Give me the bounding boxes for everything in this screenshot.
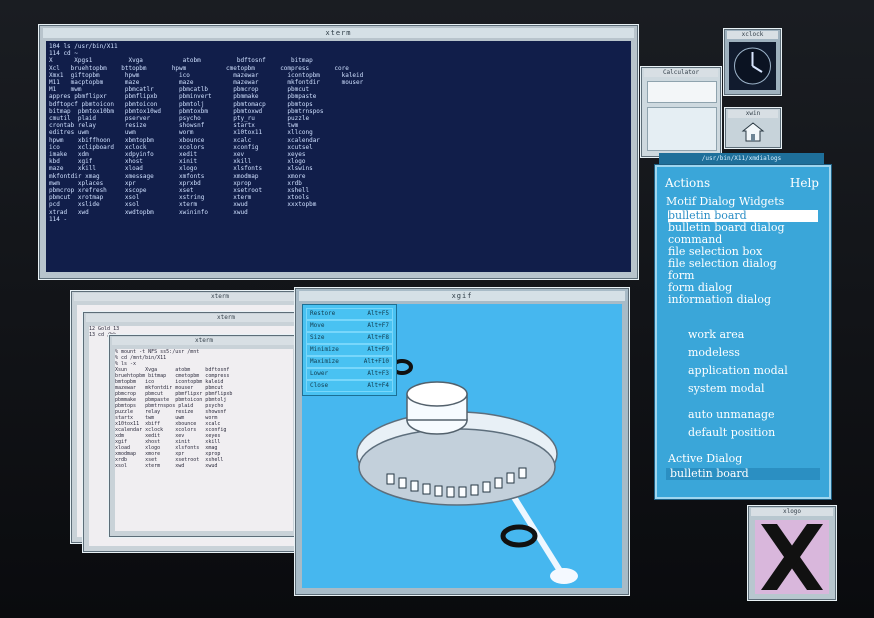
menu-help[interactable]: Help [790, 176, 819, 190]
menu-item-label: Close [310, 382, 329, 389]
menu-item-label: Minimize [310, 346, 339, 353]
section-heading: Motif Dialog Widgets [666, 195, 785, 208]
clock-face-icon [729, 42, 776, 90]
small-tool-title[interactable]: xwin [728, 110, 778, 118]
xlogo-window[interactable]: xlogo [747, 505, 837, 601]
active-dialog-label: Active Dialog [668, 452, 743, 465]
active-dialog-value[interactable]: bulletin board [666, 468, 820, 480]
menu-item-shortcut: Alt+F4 [367, 382, 389, 389]
calculator-panel [647, 107, 717, 151]
terminal-line: Xcl bruehtopbm bttopbm hpwm cmetopbm com… [49, 64, 349, 72]
motif-menubar: Actions Help [665, 174, 821, 194]
terminal-line: mkfontdir xmag xmessage xmfonts xmodmap … [49, 172, 306, 180]
menu-item-label: Move [310, 322, 325, 329]
terminal-line: bitmap pbmtox10bm pbmtox10wd pbmtoxbm pb… [49, 107, 324, 115]
xclock-window[interactable]: xclock [723, 28, 782, 96]
menu-item-label: Size [310, 334, 325, 341]
xclock-title[interactable]: xclock [727, 31, 778, 39]
terminal-line: M1 mwm pbmcatlr pbmcatlb pbmcrop pbmcut [49, 86, 310, 94]
xterm-main-window[interactable]: xterm 104 ls /usr/bin/X11 114 cd ~ X Xpgs1… [38, 24, 639, 280]
menu-item-label: Restore [310, 310, 336, 317]
dialog-flag-option[interactable]: auto unmanage [688, 409, 818, 421]
terminal-line: crontab relay resize showsnf startx twm [49, 122, 299, 130]
terminal-line: M11 macptopbm maze maze mazewar mkfontdi… [49, 79, 364, 87]
terminal-line: editres uwm uwm worm x10tox11 xllcong [49, 129, 313, 137]
terminal-line: 114 cd ~ [49, 50, 78, 58]
window-menu-item[interactable]: Restore Alt+F5 [306, 308, 393, 320]
terminal-line: hpwm xbiffhoon xbmtopbm xbounce xcalc xc… [49, 136, 320, 144]
window-menu[interactable]: Restore Alt+F5 Move Alt+F7 Size Alt+F8 Minimiz… [302, 304, 397, 396]
terminal-line: xtrad xwd xwdtopbm xwininfo xwud [49, 208, 248, 216]
menu-item-shortcut: Alt+F3 [367, 370, 389, 377]
xterm-front-window[interactable]: xterm % mount -t NFS ss5:/usr /mnt% cd /… [108, 334, 300, 538]
terminal-line: Xmx1 giftopbm hpwm ico mazewar icontopbm… [49, 71, 364, 79]
xlogo-title[interactable]: xlogo [751, 508, 833, 516]
xterm-main-content[interactable]: 104 ls /usr/bin/X11 114 cd ~ X Xpgs1 Xvga … [46, 41, 631, 272]
menu-item-shortcut: Alt+F5 [367, 310, 389, 317]
terminal-line: kbd xgif xhost xinit xkill xlogo [49, 158, 306, 166]
small-tool-window[interactable]: xwin [724, 107, 782, 149]
terminal-line: X Xpgs1 Xvga atobm bdftosnf bitmap [49, 57, 313, 65]
motif-window-title-bar[interactable]: /usr/bin/X11/xmdialogs [659, 153, 824, 165]
terminal-line: mwm xplaces xpr xprxbd xprop xrdb [49, 179, 302, 187]
menu-item-label: Maximize [310, 358, 339, 365]
terminal-line: maze xkill xload xlogo xlsfonts xlswins [49, 165, 313, 173]
motif-dialog-window[interactable]: Actions Help Motif Dialog Widgets bullet… [655, 165, 831, 499]
terminal-line: pbmcut xrotmap xsol xstring xterm xtools [49, 194, 310, 202]
calculator-window[interactable]: Calculator [640, 66, 722, 158]
dialog-list-item[interactable]: information dialog [668, 294, 818, 306]
calculator-display [647, 81, 717, 103]
window-menu-item[interactable]: Maximize Alt+F10 [306, 356, 393, 368]
terminal-line: ico xclipboard xclock xcolors xconfig xc… [49, 143, 313, 151]
xgif-title[interactable]: xgif [299, 291, 625, 301]
dialog-mode-option[interactable]: application modal [688, 365, 818, 377]
terminal-line: 114 - [49, 215, 68, 223]
menu-actions[interactable]: Actions [665, 176, 710, 190]
xterm-main-title[interactable]: xterm [43, 28, 634, 38]
option-list: work area modeless application modal system… [688, 329, 818, 401]
calculator-title[interactable]: Calculator [644, 69, 718, 77]
terminal-line: imake xdm xdpyinfo xedit xev xeyes [49, 151, 306, 159]
dialog-flag-option[interactable]: default position [688, 427, 818, 439]
window-menu-item[interactable]: Close Alt+F4 [306, 380, 393, 392]
menu-item-shortcut: Alt+F9 [367, 346, 389, 353]
dialog-list: bulletin board bulletin board dialog comma… [668, 210, 818, 306]
menu-item-shortcut: Alt+F10 [363, 358, 389, 365]
x-logo-icon [755, 520, 829, 594]
house-icon [741, 122, 765, 142]
window-menu-item[interactable]: Lower Alt+F3 [306, 368, 393, 380]
terminal-line: 104 ls /usr/bin/X11 [49, 43, 118, 50]
menu-item-shortcut: Alt+F7 [367, 322, 389, 329]
dialog-mode-option[interactable]: modeless [688, 347, 818, 359]
terminal-line: xsol xterm xwd xwud [115, 463, 218, 469]
menu-item-label: Lower [310, 370, 329, 377]
flags-list: auto unmanage default position [688, 409, 818, 445]
xgif-window[interactable]: xgif Restore Alt+F5 Move Alt+F7 Size Alt… [294, 287, 630, 596]
dialog-mode-option[interactable]: system modal [688, 383, 818, 395]
terminal-line: pbmcrop xrefresh xscope xset xsetroot xs… [49, 187, 310, 195]
window-menu-item[interactable]: Minimize Alt+F9 [306, 344, 393, 356]
dialog-mode-option[interactable]: work area [688, 329, 818, 341]
terminal-line: cmutil plaid pserver psycho pty_ru puzzl… [49, 115, 310, 123]
terminal-line: bdftopcf pbmtoicon pbmtoicon pbmtolj pbm… [49, 100, 313, 108]
window-menu-item[interactable]: Move Alt+F7 [306, 320, 393, 332]
xterm-front-content[interactable]: % mount -t NFS ss5:/usr /mnt% cd /mnt/bi… [115, 349, 293, 531]
window-menu-item[interactable]: Size Alt+F8 [306, 332, 393, 344]
terminal-line: pcd xslide xsol xterm xwud xxxtopbm [49, 201, 317, 209]
menu-item-shortcut: Alt+F8 [367, 334, 389, 341]
xterm-front-title[interactable]: xterm [112, 337, 296, 345]
terminal-line: appres pbmflipxr pbmflipxb pbminvert pbm… [49, 93, 317, 101]
